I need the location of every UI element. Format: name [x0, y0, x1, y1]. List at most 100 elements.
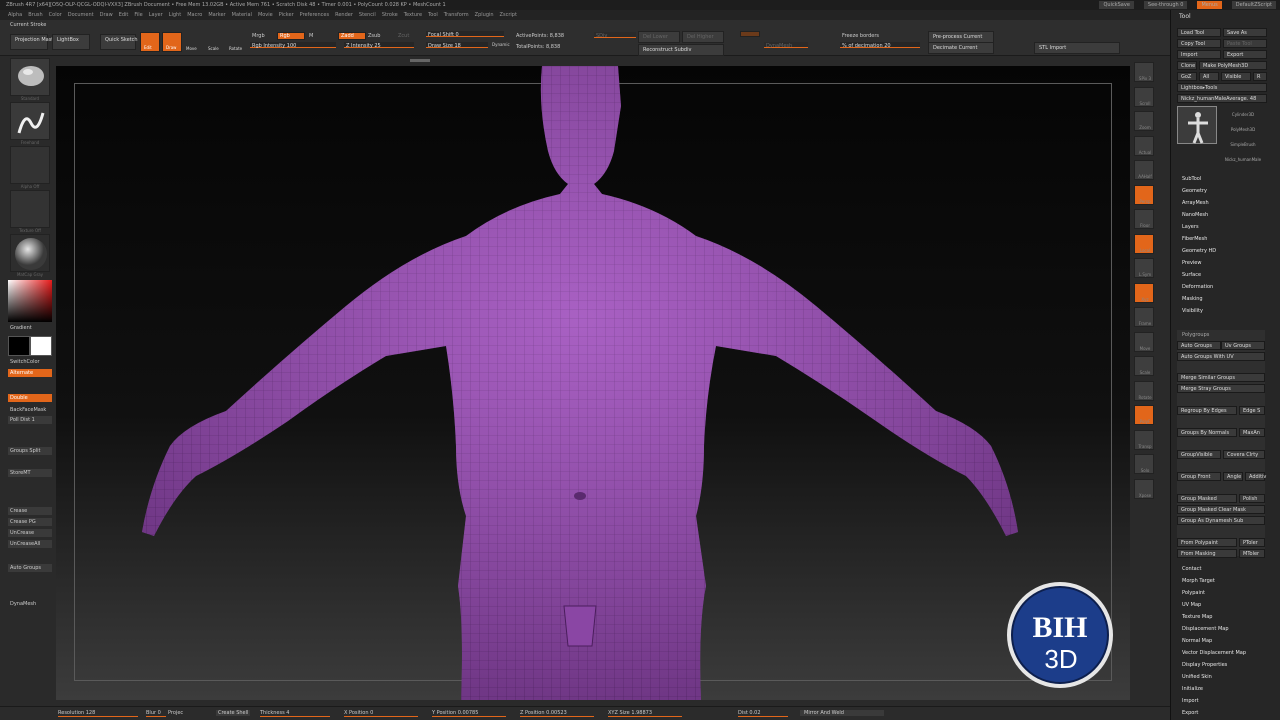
alternate-toggle[interactable]: Alternate	[8, 369, 52, 377]
rotate-mode-button[interactable]: Rotate	[228, 32, 248, 52]
main-color-swatch[interactable]	[30, 336, 52, 356]
gradient-label[interactable]: Gradient	[8, 324, 52, 332]
decimate-current-button[interactable]: Decimate Current	[928, 42, 994, 54]
blur-slider[interactable]: Blur 0	[146, 710, 166, 717]
lightbox-button[interactable]: LightBox	[52, 34, 90, 50]
menu-draw[interactable]: Draw	[100, 12, 113, 18]
freeze-borders-toggle[interactable]: Freeze borders	[842, 33, 879, 39]
project-toggle[interactable]: Projec	[168, 710, 183, 716]
draw-mode-button[interactable]: Draw	[162, 32, 182, 52]
group-masked-button[interactable]: Group Masked	[1177, 494, 1237, 503]
max-angle-slider[interactable]: MaxAn	[1239, 428, 1265, 437]
menu-zscript[interactable]: Zscript	[500, 12, 517, 18]
current-tool-name[interactable]: Nickz_humanMaleAverage. 48	[1177, 94, 1267, 103]
focal-shift-slider[interactable]: Focal Shift 0	[426, 31, 504, 38]
move-mode-button[interactable]: Move	[184, 32, 204, 52]
section-layers[interactable]: Layers	[1182, 224, 1199, 230]
menu-stencil[interactable]: Stencil	[359, 12, 376, 18]
section-geometry-hd[interactable]: Geometry HD	[1182, 248, 1216, 254]
section-deformation[interactable]: Deformation	[1182, 284, 1213, 290]
texture-thumbnail[interactable]	[10, 190, 50, 228]
uv-groups-button[interactable]: Uv Groups	[1221, 341, 1265, 350]
copy-tool-button[interactable]: Copy Tool	[1177, 39, 1221, 48]
tool-thumb-cylinder3d[interactable]: Cylinder3D	[1221, 106, 1265, 119]
uncrease-button[interactable]: UnCrease	[8, 529, 52, 537]
quicksave-button[interactable]: QuickSave	[1099, 1, 1134, 9]
tool-thumb-nickz_humanmale[interactable]: Nickz_humanMale	[1221, 151, 1265, 164]
goz-all-button[interactable]: All	[1199, 72, 1219, 81]
goz-button[interactable]: GoZ	[1177, 72, 1197, 81]
menus-button[interactable]: Menus	[1197, 1, 1222, 9]
coverage-clarity-slider[interactable]: Covera Clrty	[1223, 450, 1265, 459]
section-masking[interactable]: Masking	[1182, 296, 1203, 302]
group-as-dynamesh-sub-button[interactable]: Group As Dynamesh Sub	[1177, 516, 1265, 525]
section-uv-map[interactable]: UV Map	[1182, 602, 1201, 608]
section-import[interactable]: Import	[1182, 698, 1199, 704]
section-arraymesh[interactable]: ArrayMesh	[1182, 200, 1209, 206]
tool-thumb-polymesh3d[interactable]: PolyMesh3D	[1221, 121, 1265, 134]
xyz-size-slider[interactable]: XYZ Size 1.98873	[608, 710, 682, 717]
z-position-slider[interactable]: Z Position 0.00523	[520, 710, 594, 717]
section-subtool[interactable]: SubTool	[1182, 176, 1201, 182]
menu-color[interactable]: Color	[49, 12, 62, 18]
import-button[interactable]: Import	[1177, 50, 1221, 59]
group-front-button[interactable]: Group Front	[1177, 472, 1221, 481]
group-visible-button[interactable]: GroupVisible	[1177, 450, 1221, 459]
mirror-and-weld-button[interactable]: Mirror And Weld	[800, 710, 884, 716]
goz-visible-button[interactable]: Visible	[1221, 72, 1251, 81]
menu-texture[interactable]: Texture	[404, 12, 422, 18]
section-polypaint[interactable]: Polypaint	[1182, 590, 1205, 596]
rgb-intensity-slider[interactable]: Rgb Intensity 100	[250, 42, 336, 49]
menu-material[interactable]: Material	[232, 12, 252, 18]
menu-zplugin[interactable]: Zplugin	[475, 12, 494, 18]
load-tool-button[interactable]: Load Tool	[1177, 28, 1221, 37]
resolution-slider[interactable]: Resolution 128	[58, 710, 138, 717]
save-as-button[interactable]: Save As	[1223, 28, 1267, 37]
mrgb-toggle[interactable]: Mrgb	[252, 33, 265, 39]
section-normal-map[interactable]: Normal Map	[1182, 638, 1212, 644]
secondary-color-swatch[interactable]	[8, 336, 30, 356]
auto-groups-button[interactable]: Auto Groups	[8, 564, 52, 572]
crease-button[interactable]: Crease	[8, 507, 52, 515]
section-export[interactable]: Export	[1182, 710, 1198, 716]
section-morph-target[interactable]: Morph Target	[1182, 578, 1215, 584]
menu-preferences[interactable]: Preferences	[300, 12, 329, 18]
menu-light[interactable]: Light	[169, 12, 181, 18]
section-initialize[interactable]: Initialize	[1182, 686, 1203, 692]
menu-document[interactable]: Document	[68, 12, 94, 18]
canvas-scroll-handle[interactable]	[410, 59, 430, 62]
polish-slider[interactable]: Polish	[1239, 494, 1265, 503]
menu-picker[interactable]: Picker	[279, 12, 294, 18]
reconstruct-subdiv-button[interactable]: Reconstruct Subdiv	[638, 44, 724, 56]
section-contact[interactable]: Contact	[1182, 566, 1201, 572]
angle-slider[interactable]: Angle	[1223, 472, 1243, 481]
auto-groups-uv-button[interactable]: Auto Groups With UV	[1177, 352, 1265, 361]
groups-split-button[interactable]: Groups Split	[8, 447, 52, 455]
section-vector-displacement-map[interactable]: Vector Displacement Map	[1182, 650, 1246, 656]
crease-pg-button[interactable]: Crease PG	[8, 518, 52, 526]
from-polypaint-button[interactable]: From Polypaint	[1177, 538, 1237, 547]
brush-thumbnail[interactable]	[10, 58, 50, 96]
tool-header[interactable]: Tool	[1179, 13, 1191, 20]
menu-render[interactable]: Render	[335, 12, 353, 18]
menu-transform[interactable]: Transform	[444, 12, 469, 18]
section-texture-map[interactable]: Texture Map	[1182, 614, 1212, 620]
section-display-properties[interactable]: Display Properties	[1182, 662, 1227, 668]
section-preview[interactable]: Preview	[1182, 260, 1201, 266]
draw-size-slider[interactable]: Draw Size 18	[426, 42, 488, 49]
x-position-slider[interactable]: X Position 0	[344, 710, 418, 717]
section-surface[interactable]: Surface	[1182, 272, 1201, 278]
section-geometry[interactable]: Geometry	[1182, 188, 1207, 194]
lightbox-tools-button[interactable]: Lightbox▸Tools	[1177, 83, 1267, 92]
edit-mode-button[interactable]: Edit	[140, 32, 160, 52]
dynamesh-button[interactable]: DynaMesh	[8, 600, 52, 608]
section-displacement-map[interactable]: Displacement Map	[1182, 626, 1229, 632]
quick-sketch-button[interactable]: Quick Sketch	[100, 34, 138, 50]
merge-similar-groups-button[interactable]: Merge Similar Groups	[1177, 373, 1265, 382]
double-toggle[interactable]: Double	[8, 394, 52, 402]
material-thumbnail[interactable]	[10, 234, 50, 272]
sdiv-slider[interactable]: SDiv	[594, 32, 636, 39]
groups-by-normals-button[interactable]: Groups By Normals	[1177, 428, 1237, 437]
document-canvas[interactable]	[56, 66, 1130, 700]
menu-macro[interactable]: Macro	[187, 12, 202, 18]
